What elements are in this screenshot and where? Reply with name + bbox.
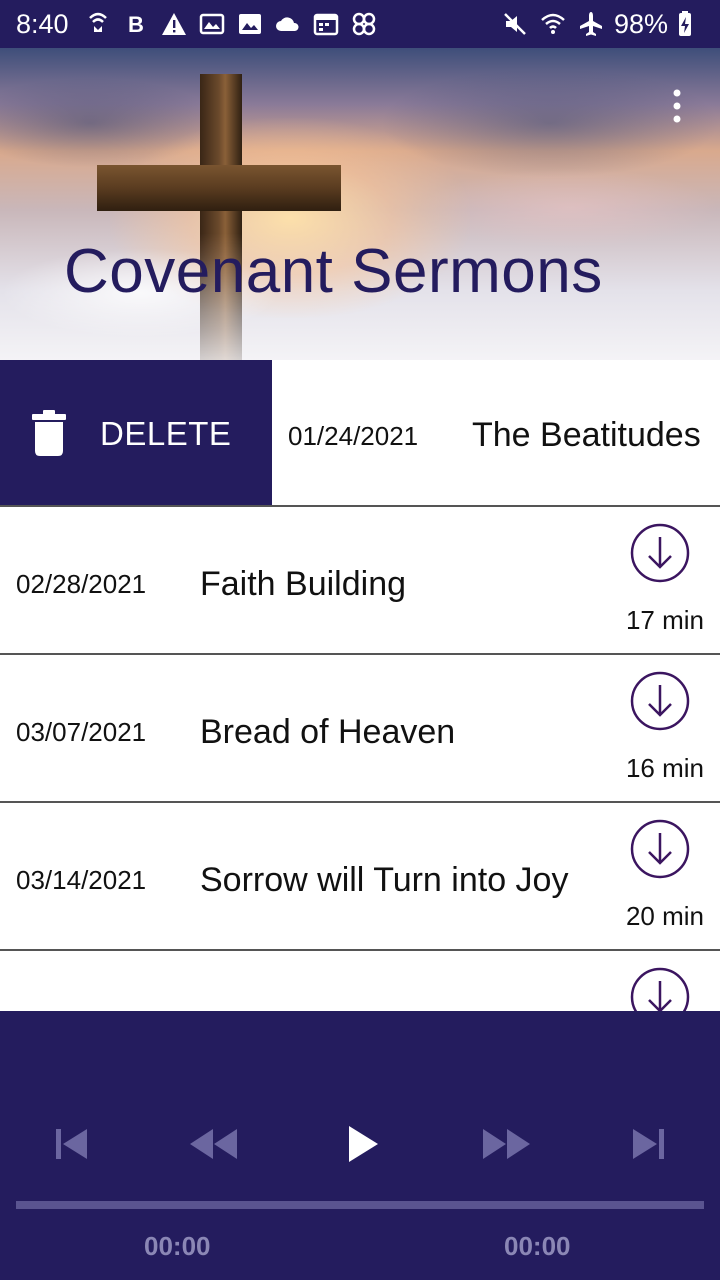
- wifi-calling-icon: [85, 11, 111, 37]
- wifi-icon: [540, 11, 566, 37]
- download-icon[interactable]: [630, 967, 690, 1011]
- skip-next-icon: [633, 1129, 664, 1159]
- sermon-duration: 16 min: [625, 753, 704, 783]
- fast-forward-button[interactable]: [476, 1121, 536, 1167]
- sermon-date: 02/28/2021: [16, 569, 147, 599]
- calendar-icon: [313, 11, 339, 37]
- image-icon: [237, 11, 263, 37]
- sermon-date: 03/14/2021: [16, 865, 147, 895]
- list-item[interactable]: 01/24/2021 The Beatitudes: [272, 360, 720, 505]
- skip-previous-icon: [56, 1129, 87, 1159]
- sermon-title: The Beatitudes: [472, 416, 701, 454]
- total-time: 00:00: [504, 1231, 571, 1261]
- sermon-title: Sorrow will Turn into Joy: [200, 861, 569, 899]
- list-item[interactable]: 03/14/2021 Sorrow will Turn into Joy 20 …: [0, 803, 720, 951]
- list-item[interactable]: 03/07/2021 Bread of Heaven 16 min: [0, 655, 720, 803]
- battery-charging-icon: [672, 11, 698, 37]
- rewind-icon: [190, 1129, 237, 1159]
- sermon-date: 01/24/2021: [288, 421, 419, 451]
- play-icon: [349, 1126, 378, 1162]
- sermon-title: Faith Building: [200, 565, 407, 603]
- svg-text:B: B: [128, 12, 144, 37]
- fast-forward-icon: [483, 1129, 530, 1159]
- header-banner: Covenant Sermons: [0, 48, 720, 360]
- list-item[interactable]: [0, 951, 720, 1011]
- download-icon[interactable]: [630, 523, 690, 583]
- sermon-duration: 17 min: [625, 605, 704, 635]
- overflow-menu-icon: [673, 89, 681, 123]
- rewind-button[interactable]: [184, 1121, 244, 1167]
- sermon-title: Bread of Heaven: [200, 713, 456, 751]
- list-item[interactable]: 02/28/2021 Faith Building 17 min: [0, 507, 720, 655]
- mute-icon: [502, 11, 528, 37]
- overflow-menu-button[interactable]: [660, 84, 694, 128]
- cross-beam: [97, 165, 341, 211]
- status-bar: 8:40 B 98%: [0, 0, 720, 48]
- skip-previous-button[interactable]: [42, 1121, 102, 1167]
- sermon-list[interactable]: DELETE 01/24/2021 The Beatitudes 02/28/2…: [0, 360, 720, 1011]
- bold-b-icon: B: [123, 11, 149, 37]
- sermon-date: 03/07/2021: [16, 717, 147, 747]
- warning-icon: [161, 11, 187, 37]
- trash-icon: [32, 410, 66, 456]
- current-time: 00:00: [144, 1231, 211, 1261]
- media-player: 00:00 00:00: [0, 1011, 720, 1280]
- pinwheel-icon: [351, 11, 377, 37]
- progress-slider[interactable]: [16, 1201, 704, 1209]
- swiped-list-item[interactable]: DELETE 01/24/2021 The Beatitudes: [0, 360, 720, 507]
- airplane-icon: [578, 11, 604, 37]
- play-button[interactable]: [333, 1121, 393, 1167]
- battery-percent: 98%: [613, 8, 668, 39]
- download-icon[interactable]: [630, 671, 690, 731]
- status-time: 8:40: [16, 8, 69, 39]
- delete-label: DELETE: [100, 415, 232, 452]
- download-icon[interactable]: [630, 819, 690, 879]
- sermon-duration: 20 min: [625, 901, 704, 931]
- gallery-icon: [199, 11, 225, 37]
- cloud-icon: [275, 11, 301, 37]
- app-title: Covenant Sermons: [64, 237, 603, 306]
- skip-next-button[interactable]: [618, 1121, 678, 1167]
- cross-image: [200, 74, 242, 360]
- delete-button[interactable]: DELETE: [0, 360, 272, 505]
